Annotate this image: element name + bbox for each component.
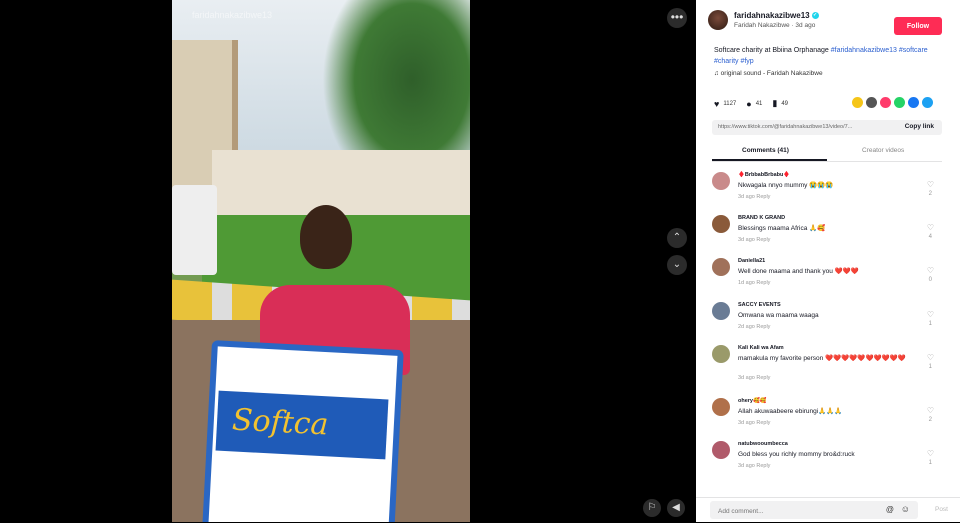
share-friends-icon[interactable] xyxy=(866,97,877,108)
commenter-avatar[interactable] xyxy=(712,398,730,416)
commenter-name[interactable]: Daniella21 xyxy=(738,258,765,264)
heart-icon: ♥ xyxy=(714,98,720,109)
video-watermark: faridahnakazibwe13 xyxy=(192,10,273,20)
commenter-name[interactable]: ♦️BrbbabBrbabu♦️ xyxy=(738,172,790,178)
sound-link[interactable]: ♫ original sound - Faridah Nakazibwe xyxy=(714,70,823,77)
copy-link-bar: https://www.tiktok.com/@faridahnakazibwe… xyxy=(712,120,942,135)
post-comment-button[interactable]: Post xyxy=(935,506,948,513)
commenter-avatar[interactable] xyxy=(712,172,730,190)
comment-composer: @ ☺ Post xyxy=(696,497,960,523)
commenter-name[interactable]: natubwooumbecca xyxy=(738,441,788,447)
save-button[interactable]: ▮ 49 xyxy=(772,98,788,109)
bookmark-icon: ▮ xyxy=(772,98,778,108)
follow-button[interactable]: Follow xyxy=(894,17,942,35)
author-info[interactable]: faridahnakazibwe13 ✓ Faridah Nakazibwe · … xyxy=(708,10,819,30)
caption-text: Softcare charity at Bbiina Orphanage xyxy=(714,47,829,54)
comment-meta[interactable]: 1d ago Reply xyxy=(738,280,770,286)
details-panel: faridahnakazibwe13 ✓ Faridah Nakazibwe · … xyxy=(696,0,960,522)
comment-input-box: @ ☺ xyxy=(710,501,918,519)
commenter-avatar[interactable] xyxy=(712,441,730,459)
comment-like-count: 2 xyxy=(928,191,932,197)
commenter-avatar[interactable] xyxy=(712,215,730,233)
comment-meta[interactable]: 3d ago Reply xyxy=(738,375,770,381)
post-time: 3d ago xyxy=(795,22,816,29)
comment-button[interactable]: ● 41 xyxy=(746,99,762,109)
commenter-avatar[interactable] xyxy=(712,345,730,363)
hashtag-link[interactable]: #softcare xyxy=(899,47,928,54)
comment-meta[interactable]: 3d ago Reply xyxy=(738,194,770,200)
comment-meta[interactable]: 2d ago Reply xyxy=(738,324,770,330)
share-facebook-icon[interactable] xyxy=(908,97,919,108)
comment-meta[interactable]: 3d ago Reply xyxy=(738,420,770,426)
like-button[interactable]: ♥ 1127 xyxy=(714,99,736,109)
comment-like-count: 1 xyxy=(928,364,932,370)
comment-like-icon[interactable]: ♡ xyxy=(927,310,934,319)
comment-like-icon[interactable]: ♡ xyxy=(927,266,934,275)
comment-like-icon[interactable]: ♡ xyxy=(927,353,934,362)
report-button[interactable]: ⚐ xyxy=(643,499,661,517)
share-buttons xyxy=(852,97,936,108)
comment-like-count: 2 xyxy=(928,417,932,423)
author-avatar[interactable] xyxy=(708,10,728,30)
comment-input[interactable] xyxy=(716,504,870,518)
video-child-head xyxy=(300,205,352,269)
comment-text: mamakula my favorite person ❤️❤️❤️❤️❤️❤️… xyxy=(738,355,906,362)
video-player[interactable]: Softca faridahnakazibwe13 xyxy=(172,0,470,522)
comment-text: Blessings maama Africa 🙏🥰 xyxy=(738,225,826,232)
emoji-icon[interactable]: ☺ xyxy=(901,504,910,514)
commenter-avatar[interactable] xyxy=(712,258,730,276)
share-more-icon[interactable] xyxy=(922,97,933,108)
more-options-button[interactable]: ••• xyxy=(667,8,687,28)
hashtag-link[interactable]: #fyp xyxy=(740,58,753,65)
commenter-name[interactable]: BRAND K GRAND xyxy=(738,215,785,221)
share-whatsapp-icon[interactable] xyxy=(894,97,905,108)
save-count: 49 xyxy=(781,100,789,107)
video-wall xyxy=(212,150,470,220)
comment-meta[interactable]: 3d ago Reply xyxy=(738,463,770,469)
hashtag-link[interactable]: #faridahnakazibwe13 xyxy=(831,47,897,54)
video-car xyxy=(172,185,217,275)
comment-like-icon[interactable]: ♡ xyxy=(927,449,934,458)
comment-icon: ● xyxy=(746,98,752,109)
share-embed-icon[interactable] xyxy=(852,97,863,108)
comment-like-count: 1 xyxy=(928,321,932,327)
tab-comments[interactable]: Comments (41) xyxy=(742,147,789,154)
comment-text: Omwana wa maama waaga xyxy=(738,312,819,319)
author-display-name: Faridah Nakazibwe xyxy=(734,22,790,29)
comment-meta[interactable]: 3d ago Reply xyxy=(738,237,770,243)
comment-text: Well done maama and thank you ❤️❤️❤️ xyxy=(738,268,859,275)
comment-like-icon[interactable]: ♡ xyxy=(927,406,934,415)
engagement-stats: ♥ 1127 ● 41 ▮ 49 xyxy=(714,98,798,109)
hashtag-link[interactable]: #charity xyxy=(714,58,739,65)
comment-like-icon[interactable]: ♡ xyxy=(927,180,934,189)
commenter-name[interactable]: ohery🥰🥰 xyxy=(738,398,767,404)
commenter-avatar[interactable] xyxy=(712,302,730,320)
video-stage: Softca faridahnakazibwe13 ••• ⌃ ⌄ ⚐ ◀ xyxy=(0,0,696,522)
comment-like-count: 0 xyxy=(928,277,932,283)
share-messenger-icon[interactable] xyxy=(880,97,891,108)
comment-text: Allah akuwaabeere ebirungi🙏🙏🙏 xyxy=(738,408,843,415)
video-caption: Softcare charity at Bbiina Orphanage #fa… xyxy=(714,45,949,67)
copy-link-button[interactable]: Copy link xyxy=(905,123,934,130)
next-video-button[interactable]: ⌄ xyxy=(667,255,687,275)
video-bag-logo: Softca xyxy=(231,402,330,443)
volume-button[interactable]: ◀ xyxy=(667,499,685,517)
comment-text: Nkwagala nnyo mummy 😭😭😭 xyxy=(738,182,834,189)
comment-count: 41 xyxy=(755,100,763,107)
comment-like-count: 4 xyxy=(928,234,932,240)
active-tab-indicator xyxy=(712,159,827,161)
verified-icon: ✓ xyxy=(811,12,819,20)
previous-video-button[interactable]: ⌃ xyxy=(667,228,687,248)
video-url: https://www.tiktok.com/@faridahnakazibwe… xyxy=(718,124,853,130)
mention-icon[interactable]: @ xyxy=(886,505,894,514)
commenter-name[interactable]: Kali Kali wa Afam xyxy=(738,345,784,351)
author-username[interactable]: faridahnakazibwe13 xyxy=(734,11,810,20)
like-count: 1127 xyxy=(723,100,737,107)
commenter-name[interactable]: SACCY EVENTS xyxy=(738,302,781,308)
comment-like-icon[interactable]: ♡ xyxy=(927,223,934,232)
comment-text: God bless you richly mommy bro&d:ruck xyxy=(738,451,855,458)
tab-creator-videos[interactable]: Creator videos xyxy=(862,147,904,154)
panel-tabs: Comments (41) Creator videos xyxy=(712,143,942,162)
comment-like-count: 1 xyxy=(928,460,932,466)
